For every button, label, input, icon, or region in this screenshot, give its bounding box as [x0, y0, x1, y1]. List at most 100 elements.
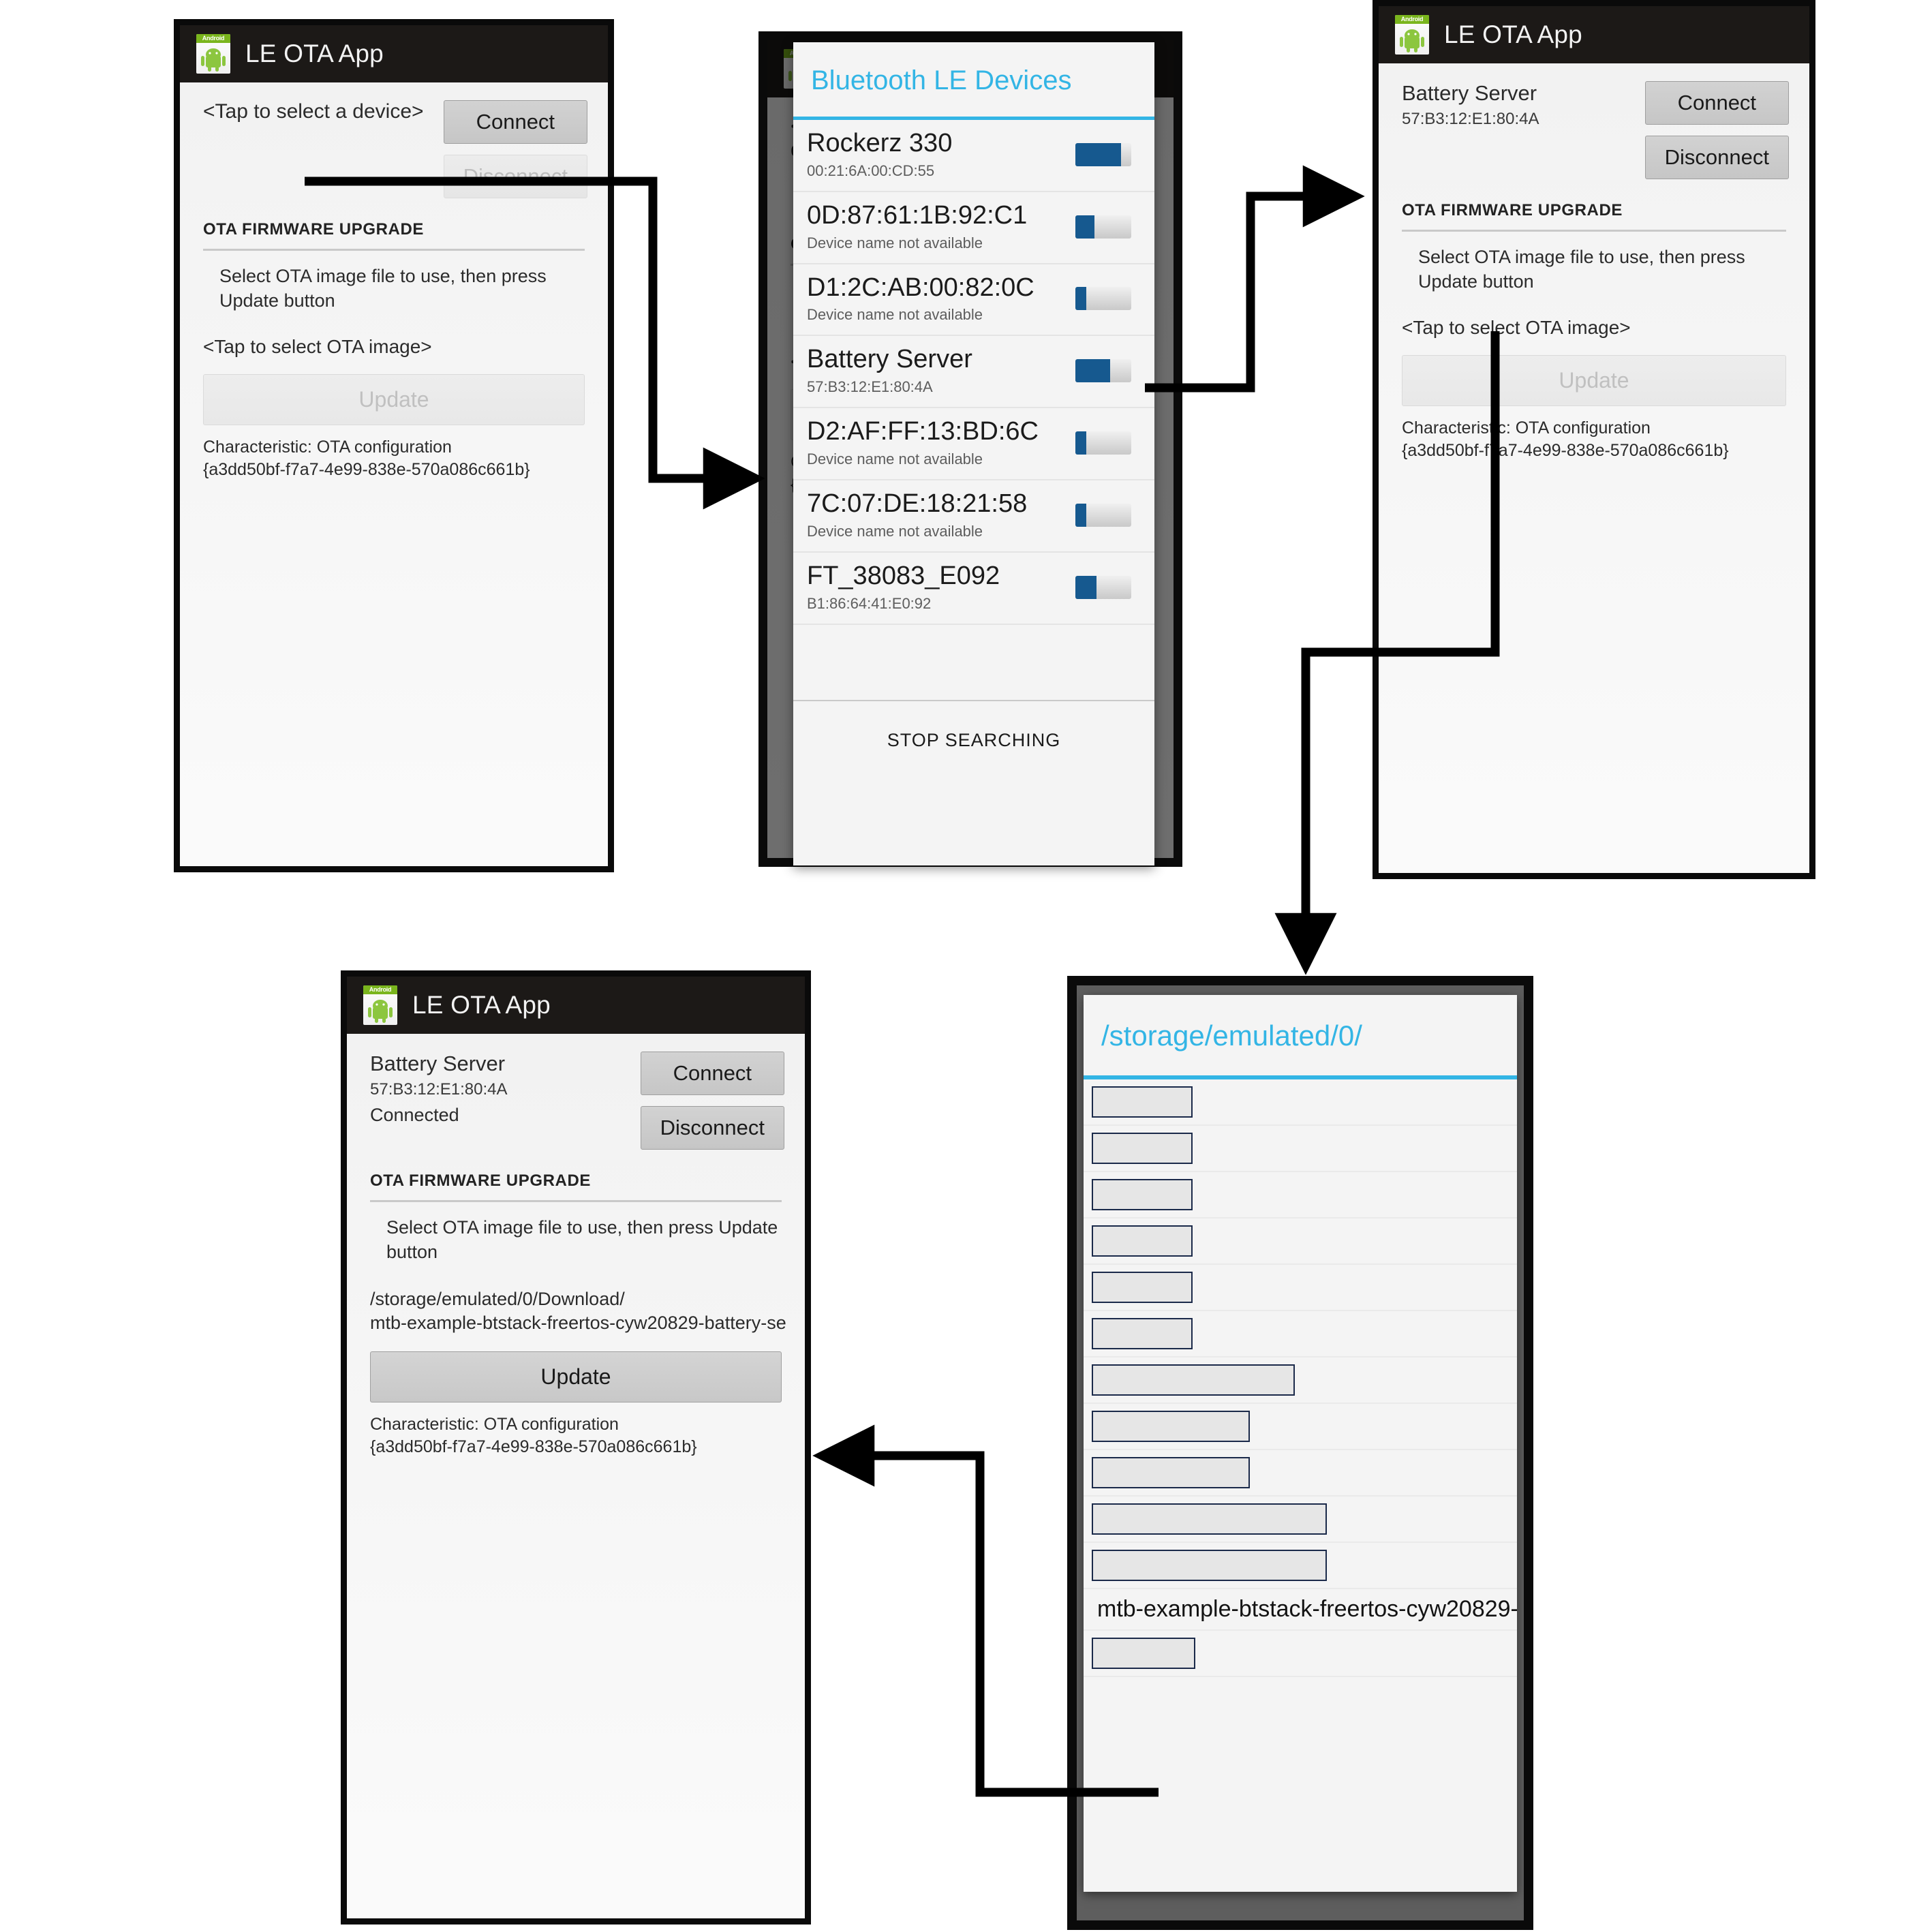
ble-device-item[interactable]: Rockerz 330 00:21:6A:00:CD:55 [793, 120, 1154, 192]
redacted-file-name [1092, 1225, 1193, 1257]
update-button: Update [1402, 355, 1786, 407]
section-divider [370, 1200, 782, 1202]
file-list-item[interactable] [1084, 1450, 1517, 1497]
characteristic-label: Characteristic: OTA configuration [1402, 418, 1651, 438]
ota-image-select-prompt[interactable]: <Tap to select OTA image> [1402, 317, 1786, 339]
file-list-item[interactable] [1084, 1543, 1517, 1589]
disconnect-button[interactable]: Disconnect [640, 1106, 784, 1150]
ota-section-header: OTA FIRMWARE UPGRADE [203, 220, 424, 239]
device-row: Battery Server 57:B3:12:E1:80:4A Connect… [1379, 63, 1809, 179]
ble-device-list[interactable]: Rockerz 330 00:21:6A:00:CD:55 0D:87:61:1B:… [793, 120, 1154, 625]
selected-file-path-line1: /storage/emulated/0/Download/ [370, 1289, 625, 1310]
app-title: LE OTA App [245, 40, 384, 67]
ble-device-subtitle: Device name not available [807, 522, 983, 540]
ble-device-subtitle: 57:B3:12:E1:80:4A [807, 378, 933, 396]
ble-device-subtitle: Device name not available [807, 306, 983, 324]
file-list[interactable]: mtb-example-btstack-freertos-cyw20829- [1084, 1079, 1517, 1677]
device-info[interactable]: Battery Server 57:B3:12:E1:80:4A [1402, 81, 1539, 129]
ota-image-select-prompt[interactable]: <Tap to select OTA image> [203, 336, 585, 358]
android-logo-icon: Android [363, 985, 397, 1025]
file-list-item[interactable] [1084, 1265, 1517, 1311]
connect-button[interactable]: Connect [1644, 81, 1789, 125]
phone-screen-4: Android LE OTA App Battery Server 57:B3:… [341, 970, 811, 1925]
app-title: LE OTA App [1444, 20, 1582, 48]
characteristic-text: Characteristic: OTA configuration {a3dd5… [1402, 417, 1786, 461]
ble-device-name: D1:2C:AB:00:82:0C [807, 273, 1034, 302]
file-list-item[interactable] [1084, 1311, 1517, 1358]
ble-device-text: Rockerz 330 00:21:6A:00:CD:55 [807, 129, 952, 180]
ble-device-name: Rockerz 330 [807, 129, 953, 157]
connect-button[interactable]: Connect [443, 100, 587, 144]
redacted-file-name [1092, 1364, 1295, 1396]
ble-device-item[interactable]: D2:AF:FF:13:BD:6C Device name not availab… [793, 408, 1154, 480]
device-row: Battery Server 57:B3:12:E1:80:4A Connect… [347, 1034, 805, 1150]
ota-section: OTA FIRMWARE UPGRADE Select OTA image fi… [203, 220, 585, 426]
ble-device-subtitle: 00:21:6A:00:CD:55 [807, 162, 935, 179]
ble-device-item[interactable]: 7C:07:DE:18:21:58 Device name not availab… [793, 480, 1154, 553]
ble-device-text: Battery Server 57:B3:12:E1:80:4A [807, 346, 972, 396]
redacted-file-name [1092, 1179, 1193, 1210]
connection-buttons: Connect Disconnect [1644, 81, 1789, 179]
characteristic-text: Characteristic: OTA configuration {a3dd5… [203, 436, 585, 480]
file-list-item[interactable] [1084, 1172, 1517, 1218]
file-list-item[interactable] [1084, 1126, 1517, 1172]
disconnect-button[interactable]: Disconnect [1644, 136, 1789, 179]
selected-file-path-line2: mtb-example-btstack-freertos-cyw20829-ba… [370, 1313, 786, 1334]
app-title: LE OTA App [412, 991, 551, 1019]
ota-hint-text: Select OTA image file to use, then press… [219, 266, 547, 311]
file-list-item[interactable] [1084, 1079, 1517, 1126]
ble-device-item[interactable]: D1:2C:AB:00:82:0C Device name not availab… [793, 264, 1154, 337]
file-list-item[interactable] [1084, 1631, 1517, 1677]
signal-strength-icon [1075, 287, 1131, 311]
ble-device-subtitle: B1:86:64:41:E0:92 [807, 594, 932, 612]
selected-file-path[interactable]: /storage/emulated/0/Download/ mtb-exampl… [370, 1287, 786, 1335]
update-button[interactable]: Update [370, 1351, 782, 1403]
ble-device-text: D2:AF:FF:13:BD:6C Device name not availab… [807, 417, 1039, 468]
connection-buttons: Connect Disconnect [640, 1052, 784, 1150]
redacted-file-name [1092, 1550, 1327, 1581]
section-divider [1402, 230, 1786, 232]
device-select-prompt[interactable]: <Tap to select a device> [203, 100, 424, 123]
ble-device-item[interactable]: Battery Server 57:B3:12:E1:80:4A [793, 336, 1154, 409]
characteristic-text: Characteristic: OTA configuration {a3dd5… [370, 1413, 782, 1458]
dialog-title: Bluetooth LE Devices [811, 65, 1072, 95]
phone-screen-5-file-browser: /storage/emulated/0/ mtb-example-btstack… [1067, 976, 1533, 1930]
stop-searching-button[interactable]: STOP SEARCHING [793, 701, 1154, 778]
phone-1-viewport: Android LE OTA App <Tap to select a devi… [180, 25, 608, 866]
ble-device-item[interactable]: 0D:87:61:1B:92:C1 Device name not availab… [793, 192, 1154, 264]
redacted-file-name [1092, 1638, 1195, 1669]
phone-4-viewport: Android LE OTA App Battery Server 57:B3:… [347, 977, 805, 1918]
screen-1-body: <Tap to select a device> Connect Disconn… [180, 82, 608, 866]
ota-hint-text: Select OTA image file to use, then press… [386, 1217, 778, 1262]
redacted-file-name [1092, 1411, 1250, 1442]
phone-screen-1: Android LE OTA App <Tap to select a devi… [174, 19, 614, 872]
connect-button[interactable]: Connect [640, 1052, 784, 1095]
characteristic-uuid: {a3dd50bf-f7a7-4e99-838e-570a086c661b} [370, 1437, 697, 1456]
device-info[interactable]: Battery Server 57:B3:12:E1:80:4A Connect… [370, 1052, 508, 1126]
ble-device-item[interactable]: FT_38083_E092 B1:86:64:41:E0:92 [793, 553, 1154, 625]
device-row: <Tap to select a device> Connect Disconn… [180, 82, 608, 198]
characteristic-label: Characteristic: OTA configuration [203, 438, 452, 457]
redacted-file-name [1092, 1318, 1193, 1349]
ota-section: OTA FIRMWARE UPGRADE Select OTA image fi… [370, 1171, 786, 1403]
phone-screen-3: Android LE OTA App Battery Server 57:B3:… [1373, 0, 1815, 879]
file-list-item[interactable] [1084, 1404, 1517, 1450]
file-list-item[interactable] [1084, 1497, 1517, 1543]
signal-strength-icon [1075, 359, 1131, 383]
ble-devices-dialog: Bluetooth LE Devices Rockerz 330 00:21:6A… [793, 42, 1154, 865]
device-address: 57:B3:12:E1:80:4A [1402, 109, 1539, 128]
ble-device-text: 0D:87:61:1B:92:C1 Device name not availab… [807, 201, 1027, 252]
ble-device-name: FT_38083_E092 [807, 561, 1000, 590]
device-address: 57:B3:12:E1:80:4A [370, 1079, 508, 1099]
ota-section-header: OTA FIRMWARE UPGRADE [1402, 201, 1623, 219]
ble-device-name: D2:AF:FF:13:BD:6C [807, 417, 1039, 446]
redacted-file-name [1092, 1457, 1250, 1488]
ble-device-name: 7C:07:DE:18:21:58 [807, 489, 1028, 518]
file-name: mtb-example-btstack-freertos-cyw20829- [1097, 1596, 1517, 1622]
file-list-item[interactable]: mtb-example-btstack-freertos-cyw20829- [1084, 1589, 1517, 1631]
connection-buttons: Connect Disconnect [443, 100, 587, 198]
file-list-item[interactable] [1084, 1218, 1517, 1265]
file-list-item[interactable] [1084, 1358, 1517, 1404]
device-name: Battery Server [1402, 81, 1537, 105]
redacted-file-name [1092, 1086, 1193, 1118]
